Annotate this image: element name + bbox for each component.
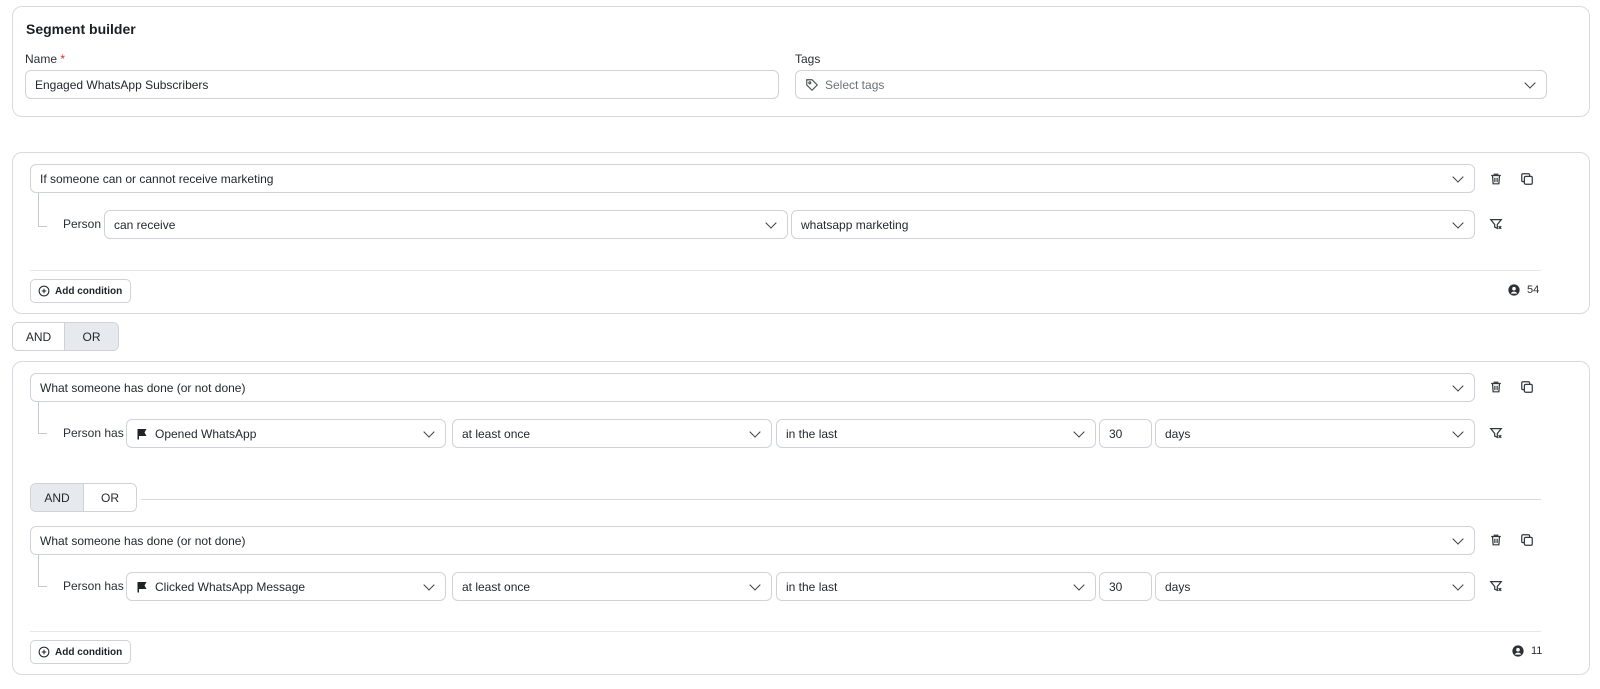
tree-connector bbox=[38, 555, 47, 587]
chevron-down-icon bbox=[749, 425, 761, 438]
plus-circle-icon bbox=[38, 646, 50, 658]
chevron-down-icon bbox=[1073, 578, 1085, 591]
copy-icon[interactable] bbox=[1519, 379, 1535, 395]
number-input[interactable]: 30 bbox=[1099, 572, 1152, 601]
chevron-down-icon bbox=[423, 425, 435, 438]
filter-icon[interactable] bbox=[1488, 216, 1504, 232]
name-label: Name * bbox=[25, 52, 66, 66]
name-input-value: Engaged WhatsApp Subscribers bbox=[35, 77, 209, 92]
profile-count: 54 bbox=[1508, 284, 1539, 296]
condition-group-1: If someone can or cannot receive marketi… bbox=[12, 152, 1590, 314]
chevron-down-icon bbox=[1452, 578, 1464, 591]
filter-icon[interactable] bbox=[1488, 425, 1504, 441]
unit-select[interactable]: days bbox=[1155, 419, 1475, 448]
flag-icon bbox=[137, 428, 147, 439]
plus-circle-icon bbox=[38, 285, 50, 297]
trash-icon[interactable] bbox=[1488, 532, 1504, 548]
profile-count: 11 bbox=[1512, 645, 1542, 657]
trash-icon[interactable] bbox=[1488, 171, 1504, 187]
name-input[interactable]: Engaged WhatsApp Subscribers bbox=[25, 70, 779, 99]
tag-icon bbox=[806, 78, 819, 91]
group-and-option[interactable]: AND bbox=[13, 323, 65, 350]
chevron-down-icon bbox=[423, 578, 435, 591]
condition-group-2: What someone has done (or not done) Pers… bbox=[12, 361, 1590, 675]
metric-select[interactable]: Opened WhatsApp bbox=[126, 419, 446, 448]
group-or-option[interactable]: OR bbox=[64, 323, 118, 350]
chevron-down-icon bbox=[1452, 532, 1464, 545]
divider bbox=[30, 270, 1541, 271]
user-circle-icon bbox=[1508, 284, 1520, 296]
trash-icon[interactable] bbox=[1488, 379, 1504, 395]
frequency-select[interactable]: at least once bbox=[452, 572, 772, 601]
tree-connector bbox=[38, 193, 47, 227]
condition-type-select[interactable]: What someone has done (or not done) bbox=[30, 373, 1475, 402]
row-label: Person has bbox=[63, 579, 124, 593]
condition-and-option[interactable]: AND bbox=[31, 484, 83, 511]
row-label: Person has bbox=[63, 426, 124, 440]
group-joiner-toggle: AND OR bbox=[12, 322, 119, 351]
divider bbox=[30, 631, 1541, 632]
timeframe-select[interactable]: in the last bbox=[776, 572, 1096, 601]
filter-icon[interactable] bbox=[1488, 578, 1504, 594]
timeframe-select[interactable]: in the last bbox=[776, 419, 1096, 448]
metric-select[interactable]: Clicked WhatsApp Message bbox=[126, 572, 446, 601]
tags-select[interactable]: Select tags bbox=[795, 70, 1547, 99]
tree-connector bbox=[38, 402, 47, 434]
tags-placeholder: Select tags bbox=[825, 77, 885, 92]
flag-icon bbox=[137, 581, 147, 592]
frequency-select[interactable]: at least once bbox=[452, 419, 772, 448]
add-condition-button[interactable]: Add condition bbox=[30, 279, 132, 303]
tags-label: Tags bbox=[795, 52, 821, 66]
copy-icon[interactable] bbox=[1519, 532, 1535, 548]
row-label: Person bbox=[63, 217, 102, 231]
condition-or-option[interactable]: OR bbox=[83, 484, 136, 511]
copy-icon[interactable] bbox=[1519, 171, 1535, 187]
chevron-down-icon bbox=[1524, 76, 1536, 89]
page-title: Segment builder bbox=[26, 21, 136, 37]
chevron-down-icon bbox=[1452, 425, 1464, 438]
channel-select[interactable]: whatsapp marketing bbox=[791, 210, 1475, 239]
unit-select[interactable]: days bbox=[1155, 572, 1475, 601]
condition-type-select[interactable]: If someone can or cannot receive marketi… bbox=[30, 164, 1475, 193]
segment-header-card: Segment builder Name * Engaged WhatsApp … bbox=[12, 6, 1590, 117]
add-condition-button[interactable]: Add condition bbox=[30, 640, 132, 664]
condition-joiner-toggle: AND OR bbox=[30, 483, 137, 512]
chevron-down-icon bbox=[1452, 216, 1464, 229]
chevron-down-icon bbox=[1452, 170, 1464, 183]
chevron-down-icon bbox=[1073, 425, 1085, 438]
user-circle-icon bbox=[1512, 645, 1524, 657]
chevron-down-icon bbox=[765, 216, 777, 229]
joiner-divider bbox=[141, 499, 1541, 500]
number-input[interactable]: 30 bbox=[1099, 419, 1152, 448]
chevron-down-icon bbox=[749, 578, 761, 591]
condition-type-select[interactable]: What someone has done (or not done) bbox=[30, 526, 1475, 555]
receive-select[interactable]: can receive bbox=[104, 210, 788, 239]
required-mark: * bbox=[60, 52, 66, 66]
chevron-down-icon bbox=[1452, 379, 1464, 392]
